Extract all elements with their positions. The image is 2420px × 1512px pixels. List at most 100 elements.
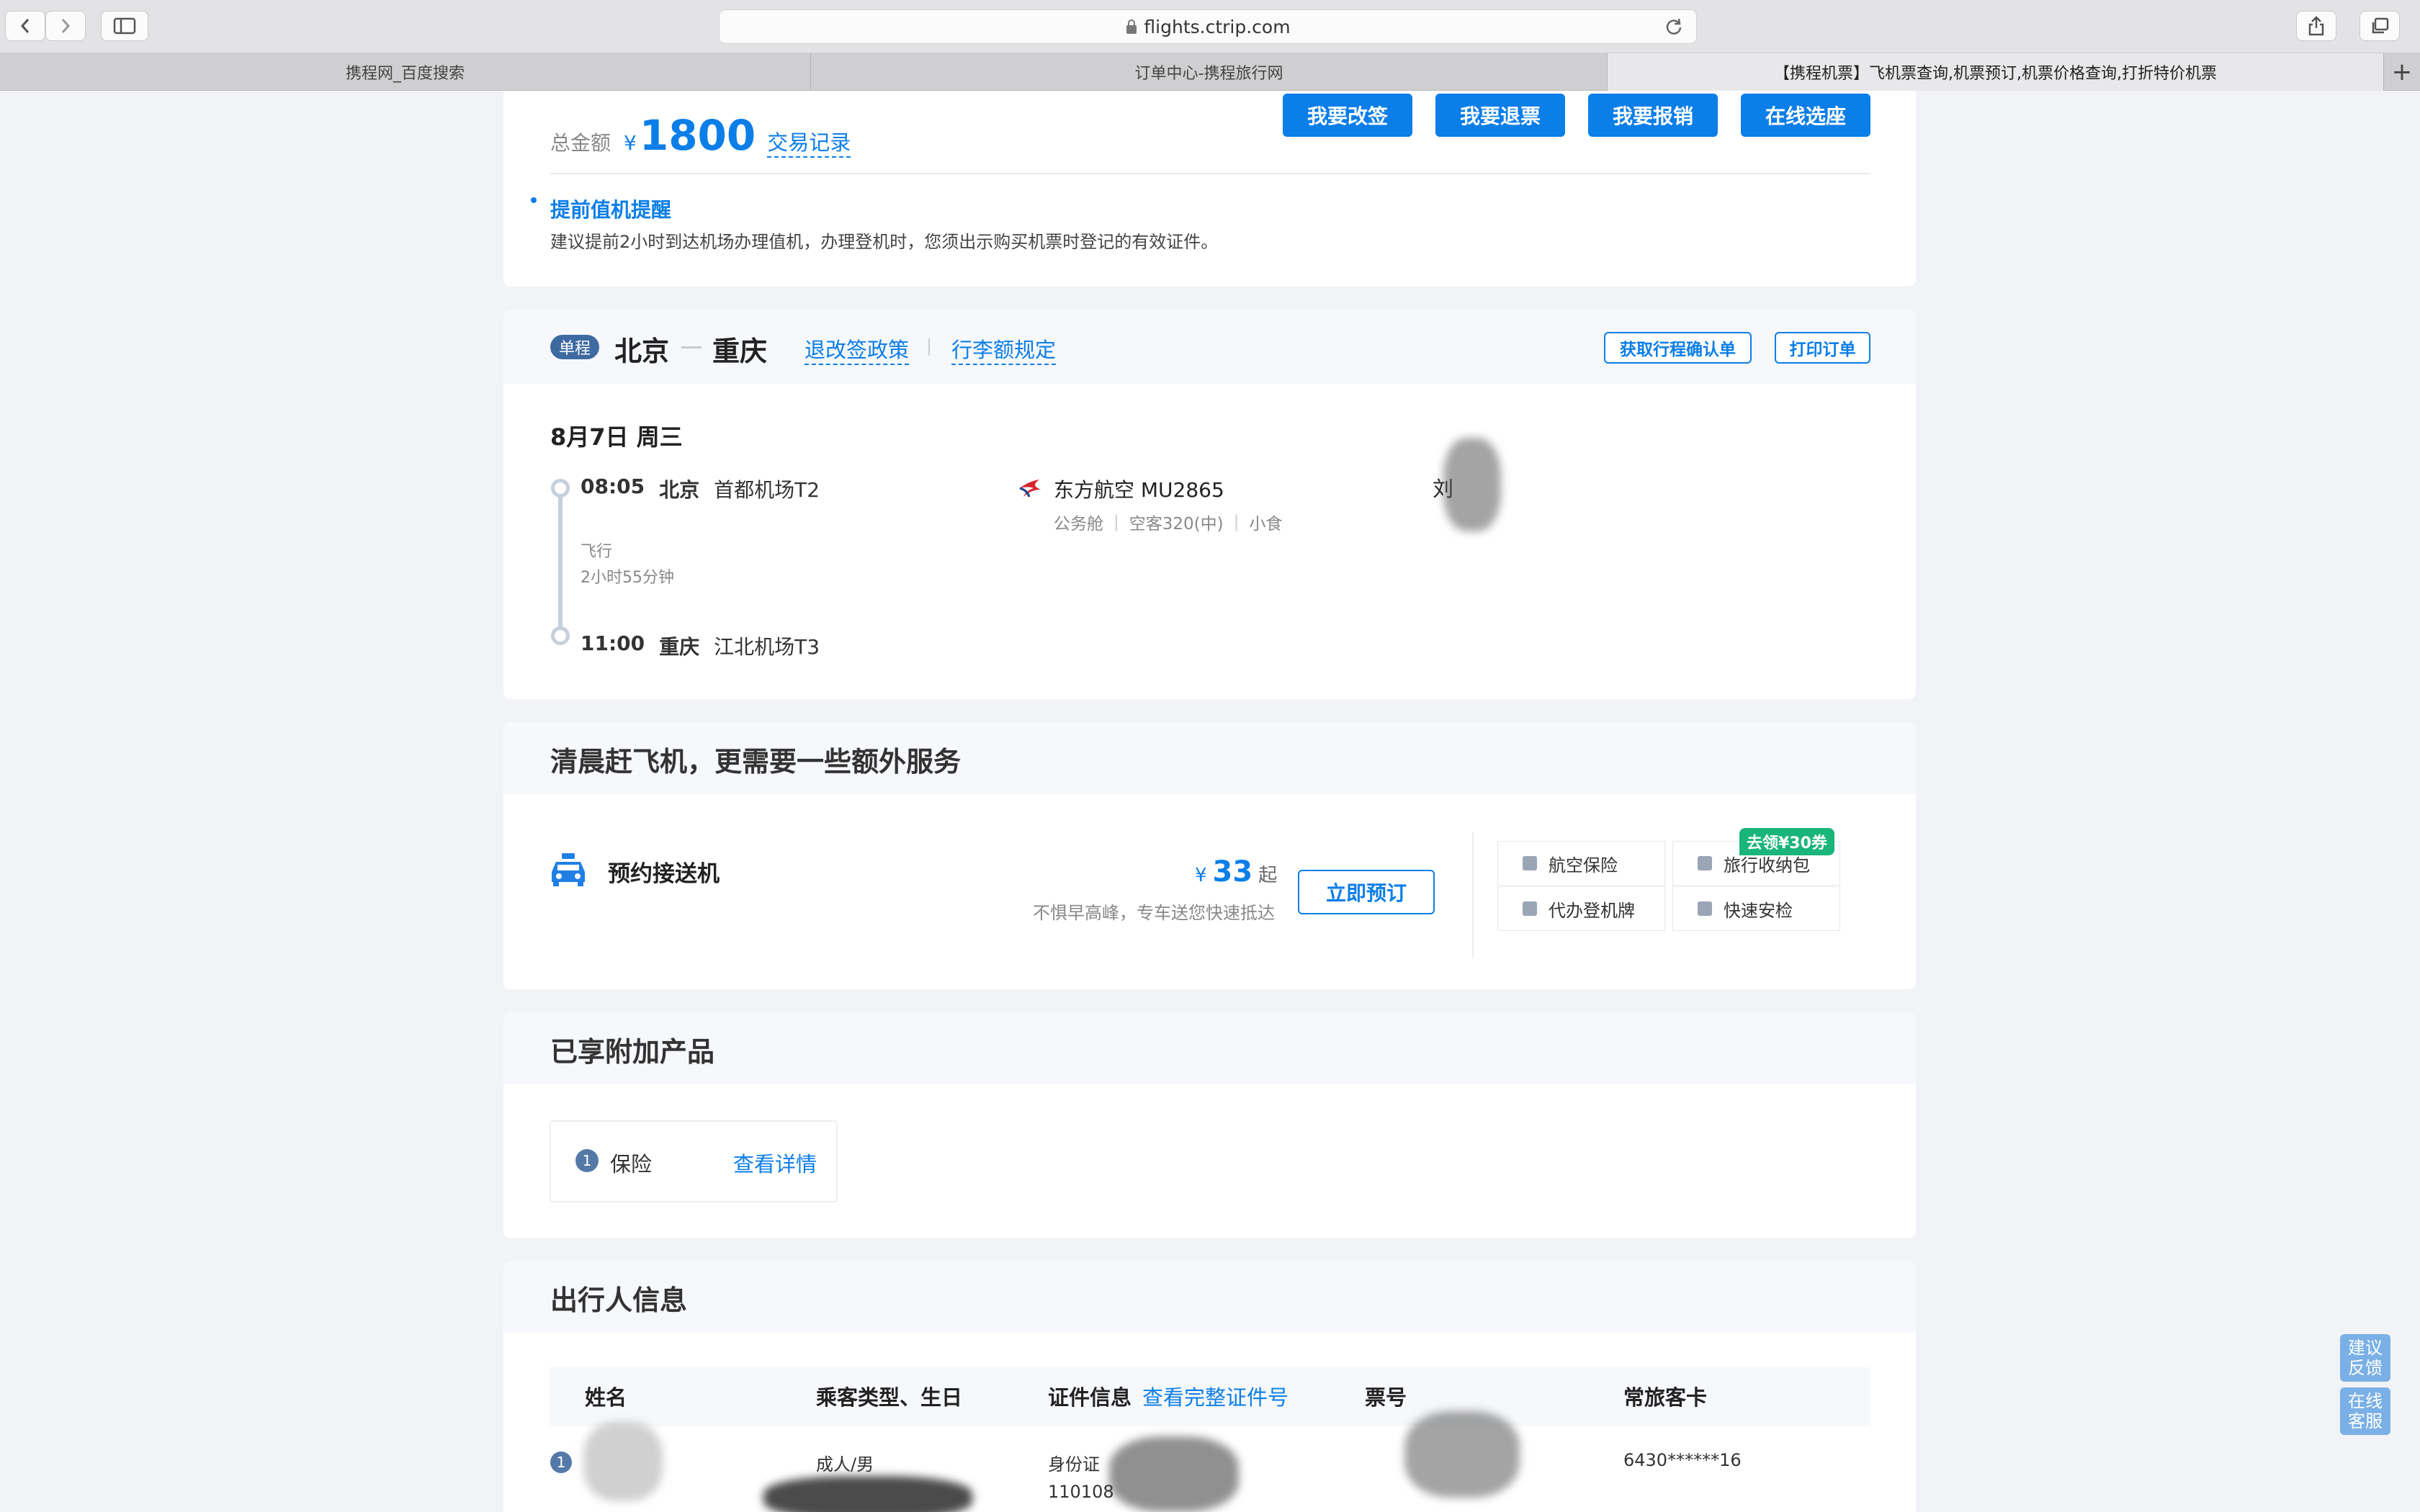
tab-ctrip-flights[interactable]: 【携程机票】飞机票查询,机票预订,机票价格查询,打折特价机票 bbox=[1608, 53, 2384, 91]
book-transfer-button[interactable]: 立即预订 bbox=[1298, 870, 1435, 914]
order-summary-card: 总金额 ¥ 1800 交易记录 我要改签 我要退票 我要报销 在线选座 提前值机… bbox=[503, 91, 1916, 287]
tab-bar: 携程网_百度搜索 订单中心-携程旅行网 【携程机票】飞机票查询,机票预订,机票价… bbox=[0, 53, 2420, 91]
redacted-area bbox=[1443, 438, 1501, 531]
share-button[interactable] bbox=[2296, 11, 2336, 41]
arrival-airport: 江北机场T3 bbox=[714, 635, 820, 659]
insurance-addon-item: 1 保险 查看详情 bbox=[550, 1120, 838, 1202]
airline-flight-number: 东方航空 MU2865 bbox=[1054, 478, 1224, 502]
addon-count-badge: 1 bbox=[575, 1149, 599, 1172]
china-eastern-logo-icon bbox=[1019, 480, 1041, 498]
arrival-dot bbox=[551, 626, 570, 645]
service-flight-insurance[interactable]: 航空保险 bbox=[1497, 841, 1665, 886]
traveler-index-badge: 1 bbox=[550, 1452, 572, 1473]
shield-icon bbox=[1523, 856, 1537, 870]
chevron-left-icon bbox=[20, 19, 30, 33]
destination-city: 重庆 bbox=[712, 336, 768, 367]
flight-date: 8月7日 周三 bbox=[550, 423, 683, 451]
redacted-birthday bbox=[763, 1476, 972, 1512]
bag-icon bbox=[1698, 856, 1712, 870]
share-icon bbox=[2308, 16, 2324, 36]
addons-title: 已享附加产品 bbox=[550, 1036, 715, 1068]
back-button[interactable] bbox=[5, 11, 45, 41]
arrival-info: 11:00 重庆 江北机场T3 bbox=[581, 631, 820, 660]
service-fast-security[interactable]: 快速安检 bbox=[1672, 886, 1840, 931]
passenger-type: 成人/男 bbox=[816, 1454, 874, 1475]
service-label: 代办登机牌 bbox=[1549, 900, 1635, 921]
currency-symbol: ¥ bbox=[624, 131, 637, 155]
transfer-price: ¥ 33 起 bbox=[1195, 855, 1277, 888]
travelers-header bbox=[503, 1261, 1916, 1333]
flight-details: 公务舱 | 空客320(中) | 小食 bbox=[1054, 510, 1282, 534]
checkin-reminder-text: 建议提前2小时到达机场办理值机，办理登机时，您须出示购买机票时登记的有效证件。 bbox=[550, 232, 1219, 252]
price-value: 33 bbox=[1212, 855, 1253, 888]
column-frequent-flyer: 常旅客卡 bbox=[1623, 1385, 1708, 1410]
column-name: 姓名 bbox=[585, 1385, 627, 1410]
print-order-button[interactable]: 打印订单 bbox=[1775, 332, 1870, 364]
service-label: 航空保险 bbox=[1549, 855, 1618, 876]
feedback-button[interactable]: 建议 反馈 bbox=[2340, 1334, 2390, 1382]
online-service-button[interactable]: 在线 客服 bbox=[2340, 1387, 2390, 1435]
departure-info: 08:05 北京 首都机场T2 bbox=[581, 474, 820, 503]
baggage-rules-link[interactable]: 行李额规定 bbox=[951, 333, 1057, 365]
coupon-badge[interactable]: 去领¥30券 bbox=[1739, 828, 1834, 855]
redacted-name bbox=[583, 1422, 663, 1501]
total-label: 总金额 bbox=[550, 131, 611, 155]
get-itinerary-confirmation-button[interactable]: 获取行程确认单 bbox=[1604, 332, 1752, 364]
route-arrow-icon bbox=[681, 346, 702, 348]
addons-header bbox=[503, 1012, 1916, 1084]
reimburse-button[interactable]: 我要报销 bbox=[1588, 94, 1718, 137]
chevron-right-icon bbox=[61, 19, 71, 33]
departure-city: 北京 bbox=[659, 478, 700, 502]
price-currency: ¥ bbox=[1195, 865, 1207, 886]
checkin-reminder-title: 提前值机提醒 bbox=[550, 198, 672, 222]
transactions-link[interactable]: 交易记录 bbox=[767, 126, 851, 158]
frequent-flyer-number: 6430******16 bbox=[1623, 1450, 1742, 1470]
tabs-icon bbox=[2372, 17, 2389, 34]
one-way-badge: 单程 bbox=[550, 335, 600, 359]
tabs-overview-button[interactable] bbox=[2360, 11, 2400, 41]
new-tab-button[interactable]: + bbox=[2384, 53, 2420, 91]
tab-order-center[interactable]: 订单中心-携程旅行网 bbox=[811, 53, 1608, 91]
amount-value: 1800 bbox=[639, 111, 756, 160]
select-seat-button[interactable]: 在线选座 bbox=[1741, 94, 1870, 137]
service-boarding-pass[interactable]: 代办登机牌 bbox=[1497, 886, 1665, 931]
redacted-ticket-number bbox=[1404, 1411, 1520, 1498]
tab-baidu-search[interactable]: 携程网_百度搜索 bbox=[0, 53, 811, 91]
service-label: 快速安检 bbox=[1724, 900, 1793, 921]
refund-change-policy-link[interactable]: 退改签政策 bbox=[805, 333, 910, 365]
address-bar[interactable]: flights.ctrip.com bbox=[719, 9, 1697, 44]
sidebar-icon bbox=[113, 17, 136, 35]
refund-ticket-button[interactable]: 我要退票 bbox=[1435, 94, 1565, 137]
column-id-info: 证件信息 bbox=[1048, 1385, 1132, 1410]
column-type-birthday: 乘客类型、生日 bbox=[816, 1385, 963, 1410]
column-ticket-number: 票号 bbox=[1365, 1385, 1407, 1410]
extras-title: 清晨赶飞机，更需要一些额外服务 bbox=[550, 746, 962, 778]
aircraft-type: 空客320(中) bbox=[1129, 515, 1224, 534]
transfer-description: 不惧早高峰，专车送您快速抵达 bbox=[1033, 903, 1275, 923]
addon-detail-link[interactable]: 查看详情 bbox=[733, 1148, 817, 1178]
ticket-icon bbox=[1523, 901, 1537, 916]
divider bbox=[550, 173, 1870, 174]
header-separator bbox=[928, 338, 930, 356]
travelers-title: 出行人信息 bbox=[550, 1284, 688, 1316]
view-full-id-link[interactable]: 查看完整证件号 bbox=[1142, 1381, 1289, 1411]
url-text: flights.ctrip.com bbox=[1144, 16, 1291, 37]
flight-label: 飞行 bbox=[581, 543, 613, 561]
total-amount: 总金额 ¥ 1800 交易记录 bbox=[550, 111, 851, 160]
bullet-dot bbox=[531, 197, 537, 203]
addon-name: 保险 bbox=[610, 1152, 653, 1176]
sidebar-toggle-button[interactable] bbox=[101, 11, 148, 41]
flight-itinerary-card: 单程 北京 重庆 退改签政策 行李额规定 获取行程确认单 打印订单 8月7日 周… bbox=[503, 310, 1916, 699]
addon-products-card: 已享附加产品 1 保险 查看详情 bbox=[503, 1012, 1916, 1238]
id-number: 110108 bbox=[1048, 1482, 1114, 1502]
flight-duration: 2小时55分钟 bbox=[581, 569, 674, 587]
reload-icon[interactable] bbox=[1664, 17, 1683, 36]
forward-button[interactable] bbox=[45, 11, 86, 41]
car-icon bbox=[552, 853, 585, 886]
airport-transfer-label: 预约接送机 bbox=[608, 861, 720, 887]
meal-info: 小食 bbox=[1249, 515, 1283, 534]
timeline-line bbox=[558, 486, 563, 637]
change-ticket-button[interactable]: 我要改签 bbox=[1283, 94, 1412, 137]
arrival-time: 11:00 bbox=[581, 631, 645, 655]
extra-services-card: 清晨赶飞机，更需要一些额外服务 预约接送机 ¥ 33 起 不惧早高峰，专车送您快… bbox=[503, 722, 1916, 989]
